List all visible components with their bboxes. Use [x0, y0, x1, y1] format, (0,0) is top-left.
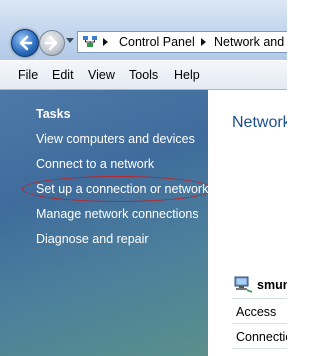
divider	[232, 323, 287, 324]
menu-view[interactable]: View	[88, 68, 115, 82]
network-folder-icon	[83, 36, 97, 47]
access-label: Access	[236, 305, 277, 319]
breadcrumb-control-panel[interactable]: Control Panel	[119, 35, 195, 49]
task-manage-network-connections[interactable]: Manage network connections	[36, 207, 199, 221]
back-button[interactable]	[11, 29, 39, 57]
task-pane	[0, 90, 208, 356]
back-arrow-icon	[19, 35, 33, 51]
address-bar[interactable]: Control Panel Network and S	[77, 31, 287, 53]
menu-bar: File Edit View Tools Help	[0, 61, 287, 90]
network-name: smun	[257, 278, 287, 292]
breadcrumb-separator-icon[interactable]	[103, 38, 108, 46]
task-connect-to-network[interactable]: Connect to a network	[36, 157, 154, 171]
connection-label: Connection	[236, 330, 287, 344]
menu-edit[interactable]: Edit	[52, 68, 74, 82]
divider	[232, 298, 287, 299]
task-set-up-connection-or-network[interactable]: Set up a connection or network	[36, 182, 208, 196]
breadcrumb-network-and-sharing[interactable]: Network and S	[214, 35, 287, 49]
page-title: Network	[232, 114, 287, 131]
menu-tools[interactable]: Tools	[129, 68, 158, 82]
tasks-heading: Tasks	[36, 107, 71, 121]
menu-help[interactable]: Help	[174, 68, 200, 82]
network-computer-icon	[234, 276, 253, 293]
divider	[232, 348, 287, 349]
forward-button[interactable]	[39, 30, 65, 56]
task-view-computers-and-devices[interactable]: View computers and devices	[36, 132, 195, 146]
recent-pages-dropdown[interactable]	[66, 38, 74, 43]
menu-file[interactable]: File	[18, 68, 38, 82]
breadcrumb-separator-icon[interactable]	[201, 38, 206, 46]
forward-arrow-icon	[44, 35, 58, 51]
task-diagnose-and-repair[interactable]: Diagnose and repair	[36, 232, 149, 246]
